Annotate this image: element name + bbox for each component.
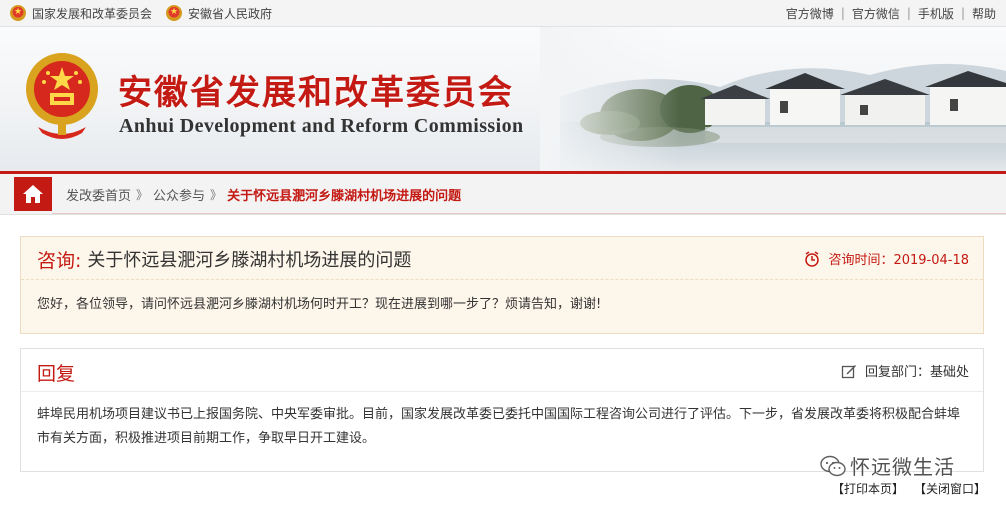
edit-icon [841,364,856,378]
reply-dept-label: 回复部门：基础处 [864,365,969,380]
watermark-text: 怀远微生活 [850,455,955,479]
link-mobile[interactable]: 手机版 [918,5,954,22]
top-bar-left: 国家发展和改革委员会 安徽省人民政府 [10,0,286,26]
reply-dept: 回复部门：基础处 [841,361,969,380]
breadcrumb-trail: 发改委首页 》 公众参与 》 关于怀远县淝河乡滕湖村机场进展的问题 [66,174,461,214]
wechat-watermark: 怀远微生活 [820,451,955,480]
divider [21,391,983,392]
top-bar-right: 官方微博 | 官方微信 | 手机版 | 帮助 [786,0,996,26]
link-help[interactable]: 帮助 [972,5,996,22]
breadcrumb-item-home[interactable]: 发改委首页 [66,185,131,204]
site-title: 安徽省发展和改革委员会 [118,73,514,113]
site-banner: 安徽省发展和改革委员会 Anhui Development and Reform… [0,27,1006,174]
breadcrumb-item-participation[interactable]: 公众参与 [153,185,205,204]
site-subtitle: Anhui Development and Reform Commission [119,115,524,137]
home-icon [23,185,43,203]
divider [21,279,983,280]
breadcrumb-arrow: 》 [136,187,149,202]
link-anhui-gov[interactable]: 安徽省人民政府 [166,4,272,22]
separator: | [960,6,965,20]
breadcrumb-current: 关于怀远县淝河乡滕湖村机场进展的问题 [227,188,462,204]
breadcrumb-arrow: 》 [210,187,223,202]
consult-header: 咨询: 关于怀远县淝河乡滕湖村机场进展的问题 [37,247,412,272]
national-emblem-icon [166,4,183,21]
reply-content: 蚌埠民用机场项目建议书已上报国务院、中央军委审批。目前，国家发展改革委已委托中国… [37,407,961,446]
separator: | [840,6,845,20]
footer-links: 【打印本页】 【关闭窗口】 [822,480,986,497]
reply-label: 回复 [37,363,76,385]
national-emblem-icon [10,4,26,21]
home-button[interactable] [14,177,52,211]
top-bar: 国家发展和改革委员会 安徽省人民政府 官方微博 | 官方微信 | 手机版 | 帮… [0,0,1006,27]
consult-title: 关于怀远县淝河乡滕湖村机场进展的问题 [87,250,412,271]
consult-time-label: 咨询时间：2019-04-18 [828,253,969,268]
link-ndrc[interactable]: 国家发展和改革委员会 [10,4,152,22]
wechat-icon [820,455,846,476]
consult-label: 咨询: [37,249,82,272]
consult-content: 您好，各位领导，请问怀远县淝河乡滕湖村机场何时开工？现在进展到哪一步了？烦请告知… [37,297,602,312]
link-weibo[interactable]: 官方微博 [786,5,834,22]
national-emblem-icon [26,53,98,139]
close-window-link[interactable]: 【关闭窗口】 [914,480,986,497]
link-ndrc-label[interactable]: 国家发展和改革委员会 [32,5,152,22]
link-wechat[interactable]: 官方微信 [852,5,900,22]
link-anhui-gov-label[interactable]: 安徽省人民政府 [188,5,272,22]
divider [52,213,1006,214]
print-page-link[interactable]: 【打印本页】 [832,480,904,497]
consult-time: 咨询时间：2019-04-18 [804,249,969,268]
consult-panel: 咨询: 关于怀远县淝河乡滕湖村机场进展的问题 咨询时间：2019-04-18 您… [20,236,984,334]
clock-icon [805,250,820,267]
breadcrumb: 发改委首页 》 公众参与 》 关于怀远县淝河乡滕湖村机场进展的问题 [0,174,1006,215]
separator: | [906,6,911,20]
